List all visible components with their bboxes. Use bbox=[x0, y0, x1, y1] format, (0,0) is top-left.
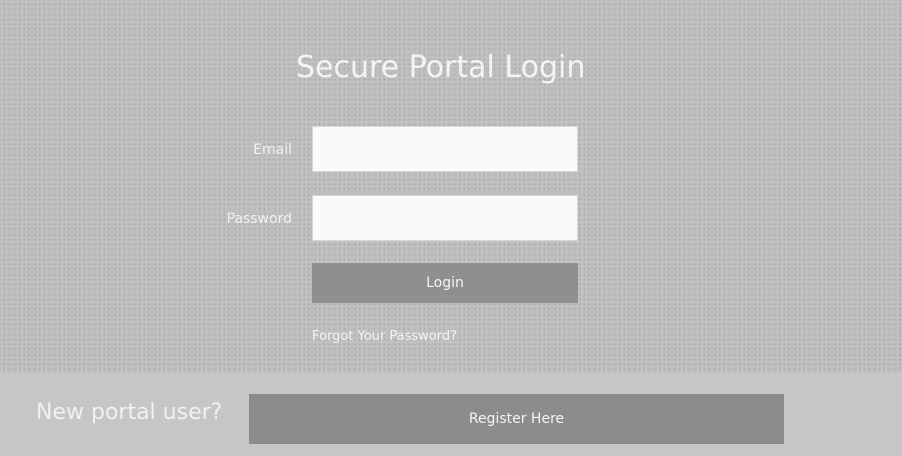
page-title: Secure Portal Login bbox=[296, 50, 586, 85]
login-button[interactable]: Login bbox=[312, 263, 578, 303]
register-bar: New portal user? Register Here bbox=[0, 372, 902, 456]
password-label: Password bbox=[226, 211, 292, 227]
forgot-password-link[interactable]: Forgot Your Password? bbox=[312, 329, 457, 344]
new-user-prompt: New portal user? bbox=[36, 400, 223, 425]
login-panel: Secure Portal Login Email Password Login… bbox=[0, 0, 902, 372]
register-button[interactable]: Register Here bbox=[249, 394, 784, 444]
password-input[interactable] bbox=[312, 195, 578, 241]
email-input[interactable] bbox=[312, 126, 578, 172]
email-label: Email bbox=[253, 142, 292, 158]
